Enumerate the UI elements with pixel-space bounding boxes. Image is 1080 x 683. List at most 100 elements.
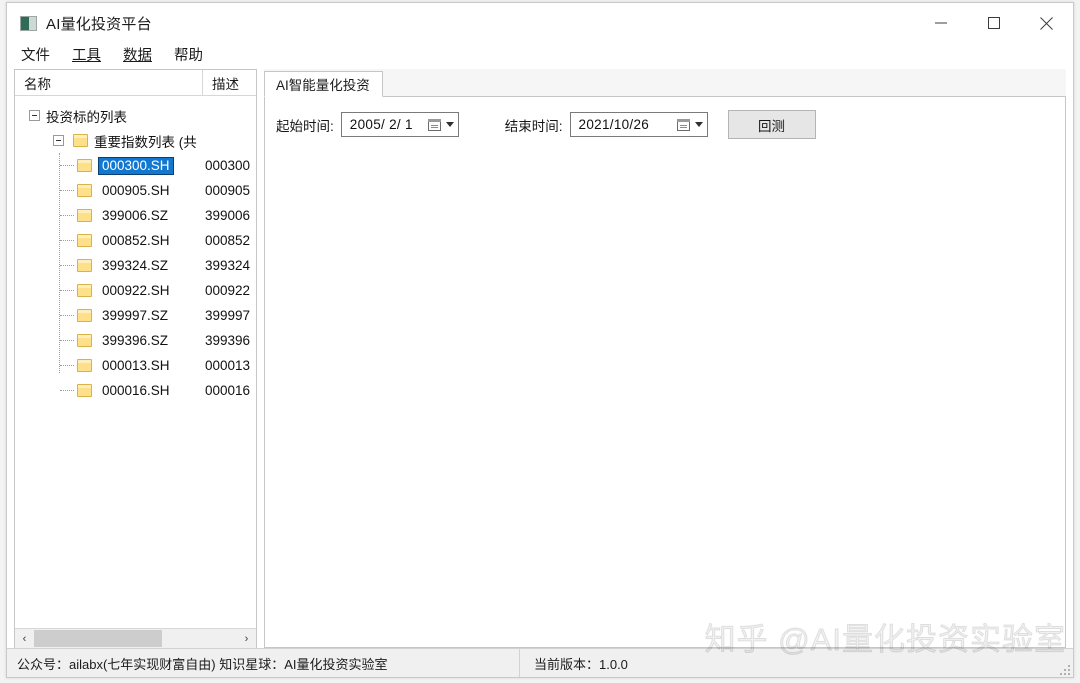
menu-item-file[interactable]: 文件 [21,48,50,65]
tree-item-desc: 399324 [205,258,250,273]
tree-item-label: 000013.SH [98,357,174,375]
tree-root-label: 投资标的列表 [46,106,127,126]
tree-guide-dash [60,190,74,191]
calendar-icon[interactable] [428,119,441,131]
scroll-thumb[interactable] [34,630,162,647]
menu-item-data[interactable]: 数据 [123,48,152,65]
tree-item-399396-sz[interactable]: 399396.SZ 399396 [15,328,256,353]
tree-leaf-list: 000300.SH000300000905.SH000905399006.SZ3… [15,153,256,403]
tree-body: 投资标的列表 重要指数列表 (共 000300.SH 000300 000905.S… [15,96,256,628]
minimize-icon[interactable] [914,3,967,43]
tree-item-label: 000922.SH [98,282,174,300]
start-date-input[interactable]: 2005/ 2/ 1 [341,112,459,137]
menu-item-tools-label: 工具 [72,48,101,64]
tree-item-000922-sh[interactable]: 000922.SH 000922 [15,278,256,303]
tree-item-399997-sz[interactable]: 399997.SZ 399997 [15,303,256,328]
tree-item-000852-sh[interactable]: 000852.SH 000852 [15,228,256,253]
tree-horizontal-scrollbar[interactable]: ‹ › [15,628,256,648]
window-title: AI量化投资平台 [46,13,152,34]
app-root: AI量化投资平台 文件 工具 数据 帮助 [0,0,1080,683]
tree-item-desc: 000013 [205,358,250,373]
tree-item-399006-sz[interactable]: 399006.SZ 399006 [15,203,256,228]
tree-item-label: 000905.SH [98,182,174,200]
scroll-right-icon[interactable]: › [237,630,256,647]
tree-item-label: 000300.SH [98,157,174,175]
menu-bar: 文件 工具 数据 帮助 [7,43,1073,69]
tree-item-desc: 000905 [205,183,250,198]
folder-icon [77,184,92,197]
backtest-button[interactable]: 回测 [728,110,816,139]
tree-item-label: 399396.SZ [98,332,172,350]
tree-item-000013-sh[interactable]: 000013.SH 000013 [15,353,256,378]
title-bar: AI量化投资平台 [7,3,1073,43]
tree-item-desc: 399396 [205,333,250,348]
tree-item-desc: 000016 [205,383,250,398]
end-date-value: 2021/10/26 [579,117,677,132]
folder-icon [77,334,92,347]
backtest-toolbar: 起始时间: 2005/ 2/ 1 结束时间: 2021/10/26 [265,97,1065,139]
tab-ai-quant-investing[interactable]: AI智能量化投资 [264,71,383,97]
tab-panel: 起始时间: 2005/ 2/ 1 结束时间: 2021/10/26 [264,97,1066,648]
tree-item-desc: 000922 [205,283,250,298]
end-date-label: 结束时间: [505,115,563,135]
main-window: AI量化投资平台 文件 工具 数据 帮助 [6,2,1074,678]
tree-item-000016-sh[interactable]: 000016.SH000016 [15,378,256,403]
tree-item-label: 399324.SZ [98,257,172,275]
folder-icon [77,209,92,222]
menu-item-help[interactable]: 帮助 [174,48,203,65]
tree-column-name[interactable]: 名称 [15,70,203,95]
tree-item-desc: 000300 [205,158,250,173]
expander-collapse-icon[interactable] [29,110,40,121]
folder-icon [77,259,92,272]
folder-icon [77,284,92,297]
folder-icon [77,384,92,397]
tree-guide-dash [60,265,74,266]
instrument-tree-panel: 名称 描述 投资标的列表 重要指数列表 (共 [14,69,257,648]
folder-icon [77,359,92,372]
maximize-icon[interactable] [967,3,1020,43]
tree-guide-dash [60,315,74,316]
tree-group-label: 重要指数列表 (共 [94,131,197,151]
content-area: AI智能量化投资 起始时间: 2005/ 2/ 1 结束时间: 2021/ [264,69,1066,648]
menu-item-tools[interactable]: 工具 [72,48,101,65]
folder-icon [77,234,92,247]
close-icon[interactable] [1020,3,1073,43]
scroll-left-icon[interactable]: ‹ [15,630,34,647]
scroll-track[interactable] [34,630,237,647]
body-area: 名称 描述 投资标的列表 重要指数列表 (共 [7,69,1073,648]
folder-icon [77,159,92,172]
tree-guide-dash [60,240,74,241]
tree-item-label: 000852.SH [98,232,174,250]
tree-item-desc: 000852 [205,233,250,248]
status-bar: 公众号：ailabx(七年实现财富自由) 知识星球：AI量化投资实验室 当前版本… [7,648,1073,677]
chevron-down-icon[interactable] [446,122,454,127]
tree-guide-dash [60,390,74,391]
tree-guide-dash [60,165,74,166]
tree-root-node[interactable]: 投资标的列表 [15,103,256,128]
tree-item-000905-sh[interactable]: 000905.SH 000905 [15,178,256,203]
app-icon [20,16,37,31]
tree-guide-dash [60,340,74,341]
tree-item-000300-sh[interactable]: 000300.SH 000300 [15,153,256,178]
window-controls [914,3,1073,43]
folder-icon [73,134,88,147]
tree-guide-dash [60,215,74,216]
tree-item-label: 399997.SZ [98,307,172,325]
start-date-value: 2005/ 2/ 1 [350,117,428,132]
tree-item-desc: 399006 [205,208,250,223]
tree-column-headers: 名称 描述 [15,70,256,96]
menu-item-data-label: 数据 [123,48,152,64]
tree-item-label: 399006.SZ [98,207,172,225]
expander-collapse-icon[interactable] [53,135,64,146]
status-left-text: 公众号：ailabx(七年实现财富自由) 知识星球：AI量化投资实验室 [7,649,520,677]
tree-column-desc[interactable]: 描述 [203,70,256,95]
tree-item-desc: 399997 [205,308,250,323]
tab-strip: AI智能量化投资 [264,69,1066,97]
resize-grip-icon[interactable] [1056,661,1070,675]
tree-group-node[interactable]: 重要指数列表 (共 [15,128,256,153]
start-date-label: 起始时间: [276,115,334,135]
end-date-input[interactable]: 2021/10/26 [570,112,708,137]
chevron-down-icon[interactable] [695,122,703,127]
tree-item-399324-sz[interactable]: 399324.SZ 399324 [15,253,256,278]
calendar-icon[interactable] [677,119,690,131]
